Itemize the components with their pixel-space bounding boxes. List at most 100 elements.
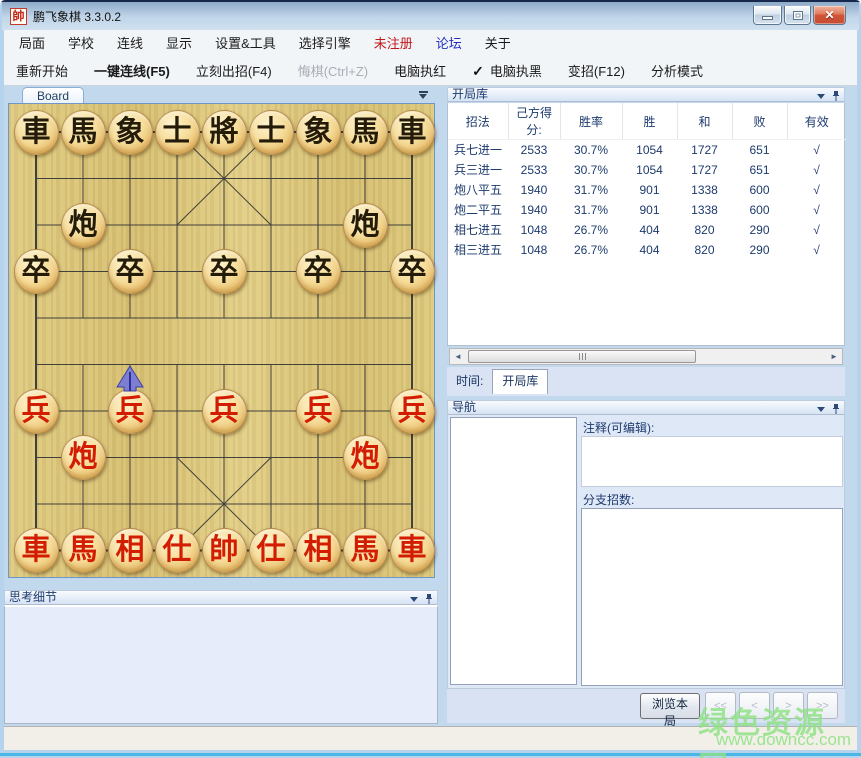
- collapse-icon[interactable]: [817, 94, 825, 99]
- column-header[interactable]: 和: [677, 103, 732, 140]
- table-cell: 404: [622, 240, 677, 260]
- table-row[interactable]: 炮八平五194031.7%9011338600√: [448, 180, 846, 200]
- table-cell: √: [787, 160, 846, 180]
- toolbar-item[interactable]: 重新开始: [16, 64, 68, 79]
- close-icon: ✕: [824, 9, 834, 21]
- table-cell: 820: [677, 220, 732, 240]
- move-arrow: [9, 104, 436, 579]
- column-header[interactable]: 己方得分:: [508, 103, 560, 140]
- table-cell: 1048: [508, 220, 560, 240]
- tab-board-label: Board: [37, 89, 69, 103]
- toolbar-item[interactable]: 电脑执红: [394, 64, 446, 79]
- table-cell: 651: [732, 160, 787, 180]
- dock-tab-strip: 时间:开局库: [447, 367, 845, 396]
- horizontal-scrollbar[interactable]: ◄ ►: [449, 348, 843, 365]
- menu-item[interactable]: 关于: [485, 36, 511, 51]
- table-header-row: 招法己方得分:胜率胜和败有效: [448, 103, 846, 140]
- thinking-panel-title: 思考细节: [9, 590, 57, 604]
- table-cell: √: [787, 220, 846, 240]
- toolbar: 重新开始一键连线(F5)立刻出招(F4)悔棋(Ctrl+Z)电脑执红✓电脑执黑变…: [4, 57, 857, 86]
- opening-library-header: 开局库: [447, 87, 845, 102]
- pin-icon[interactable]: [425, 594, 433, 605]
- menu-item[interactable]: 选择引擎: [299, 36, 351, 51]
- pin-icon[interactable]: [832, 91, 840, 102]
- toolbar-item[interactable]: ✓电脑执黑: [472, 64, 542, 79]
- column-header[interactable]: 败: [732, 103, 787, 140]
- table-cell: 兵三进一: [448, 160, 508, 180]
- branch-list[interactable]: [581, 508, 843, 686]
- table-cell: 1338: [677, 180, 732, 200]
- table-row[interactable]: 兵三进一253330.7%10541727651√: [448, 160, 846, 180]
- minimize-icon: [762, 16, 773, 20]
- thinking-details-pane[interactable]: [4, 605, 438, 724]
- scroll-left-icon[interactable]: ◄: [450, 349, 466, 364]
- pin-icon[interactable]: [832, 404, 840, 415]
- comment-editor[interactable]: [581, 436, 843, 487]
- scroll-right-icon[interactable]: ►: [826, 349, 842, 364]
- table-cell: 651: [732, 140, 787, 160]
- minimize-button[interactable]: [753, 6, 782, 25]
- table-cell: 1048: [508, 240, 560, 260]
- table-cell: 1338: [677, 200, 732, 220]
- table-cell: 相七进五: [448, 220, 508, 240]
- navigation-panel-header: 导航: [447, 400, 845, 415]
- menu-bar: 局面 学校 连线 显示 设置&工具 选择引擎 未注册 论坛 关于: [4, 30, 857, 57]
- table-cell: 30.7%: [560, 140, 622, 160]
- menu-item[interactable]: 显示: [166, 36, 192, 51]
- toolbar-item[interactable]: 一键连线(F5): [94, 64, 170, 79]
- table-cell: 1054: [622, 160, 677, 180]
- menu-item[interactable]: 论坛: [436, 36, 462, 51]
- opening-library-table: 招法己方得分:胜率胜和败有效兵七进一253330.7%10541727651√兵…: [448, 103, 846, 260]
- xiangqi-board[interactable]: 車馬象士將士象馬車炮炮卒卒卒卒卒兵兵兵兵兵炮炮車馬相仕帥仕相馬車: [8, 103, 435, 578]
- panel-menu-icon[interactable]: [418, 91, 428, 99]
- browse-game-button[interactable]: 浏览本局: [640, 693, 700, 719]
- scrollbar-thumb[interactable]: [468, 350, 696, 363]
- table-cell: 901: [622, 200, 677, 220]
- watermark-site-url: www.downcc.com: [716, 730, 851, 750]
- dock-tab-开局库[interactable]: 开局库: [492, 369, 548, 394]
- column-header[interactable]: 胜率: [560, 103, 622, 140]
- dock-tab-时间[interactable]: 时间:: [447, 371, 492, 392]
- table-cell: 404: [622, 220, 677, 240]
- app-icon-glyph: 帥: [12, 10, 24, 22]
- column-header[interactable]: 有效: [787, 103, 846, 140]
- table-row[interactable]: 相三进五104826.7%404820290√: [448, 240, 846, 260]
- restore-button[interactable]: [784, 6, 811, 25]
- check-icon: ✓: [472, 63, 484, 79]
- menu-item[interactable]: 设置&工具: [215, 36, 276, 51]
- table-row[interactable]: 兵七进一253330.7%10541727651√: [448, 140, 846, 160]
- column-header[interactable]: 招法: [448, 103, 508, 140]
- table-cell: 600: [732, 180, 787, 200]
- table-cell: √: [787, 140, 846, 160]
- collapse-icon[interactable]: [410, 597, 418, 602]
- app-window: 帥 鹏飞象棋 3.3.0.2 ✕ 局面 学校 连线 显示 设置&工具 选择引擎 未注册 论坛 关…: [0, 0, 861, 758]
- menu-item[interactable]: 学校: [68, 36, 94, 51]
- table-cell: 31.7%: [560, 180, 622, 200]
- title-bar[interactable]: 帥 鹏飞象棋 3.3.0.2 ✕: [2, 2, 859, 30]
- table-cell: 兵七进一: [448, 140, 508, 160]
- navigation-pane: 注释(可编辑): 分支招数:: [447, 415, 845, 689]
- table-cell: 901: [622, 180, 677, 200]
- table-cell: 290: [732, 220, 787, 240]
- thinking-panel-header: 思考细节: [4, 590, 438, 605]
- menu-item[interactable]: 未注册: [374, 36, 413, 51]
- menu-item[interactable]: 局面: [19, 36, 45, 51]
- column-header[interactable]: 胜: [622, 103, 677, 140]
- table-cell: 820: [677, 240, 732, 260]
- table-row[interactable]: 相七进五104826.7%404820290√: [448, 220, 846, 240]
- table-row[interactable]: 炮二平五194031.7%9011338600√: [448, 200, 846, 220]
- table-cell: 290: [732, 240, 787, 260]
- toolbar-item[interactable]: 变招(F12): [568, 64, 625, 79]
- table-cell: 1940: [508, 180, 560, 200]
- tab-board[interactable]: Board: [22, 87, 84, 104]
- table-cell: 炮二平五: [448, 200, 508, 220]
- table-cell: 30.7%: [560, 160, 622, 180]
- toolbar-item[interactable]: 分析模式: [651, 64, 703, 79]
- move-list[interactable]: [450, 417, 577, 685]
- navigation-panel-title: 导航: [452, 400, 476, 414]
- toolbar-item[interactable]: 立刻出招(F4): [196, 64, 272, 79]
- menu-item[interactable]: 连线: [117, 36, 143, 51]
- close-button[interactable]: ✕: [813, 6, 846, 25]
- table-cell: √: [787, 240, 846, 260]
- collapse-icon[interactable]: [817, 407, 825, 412]
